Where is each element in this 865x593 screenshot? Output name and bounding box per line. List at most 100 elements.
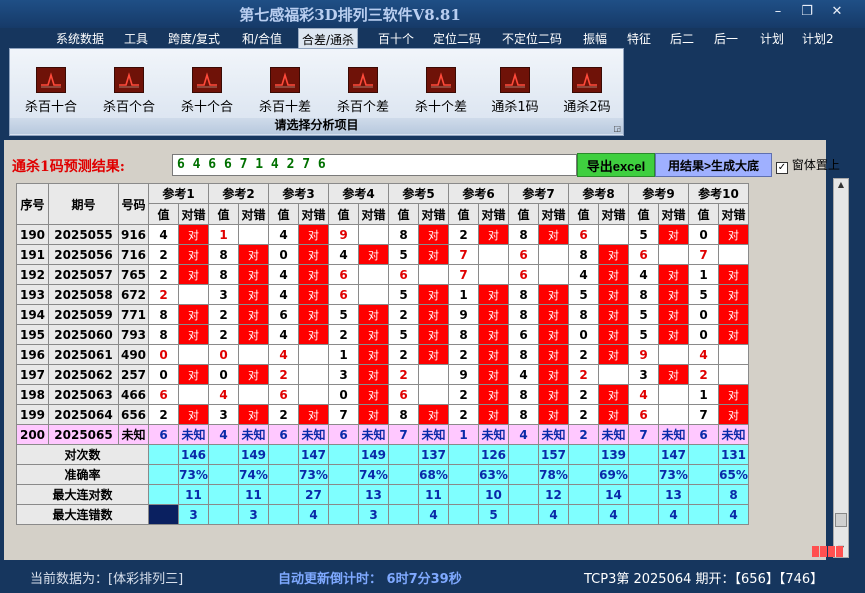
stat-value: 4 (598, 504, 629, 525)
cell-value: 6 (628, 244, 659, 265)
topmost-checkbox-wrap[interactable]: ✓ 窗体置上 (776, 156, 840, 174)
col-ref-3[interactable]: 参考3 (268, 183, 329, 204)
col-ref-6[interactable]: 参考6 (448, 183, 509, 204)
cell-miss (358, 224, 389, 245)
table-row[interactable]: 196 2025061 490 0 0 4 1 对 2 对 2 对 8 对 2 对 9 4 (16, 344, 749, 365)
app-title: 第七感福彩3D排列三软件V8.81 (239, 6, 461, 24)
col-number: 号码 (118, 183, 149, 225)
topmost-checkbox[interactable]: ✓ (776, 162, 788, 174)
cell-value: 2 (208, 304, 239, 325)
table-row[interactable]: 193 2025058 672 2 3 对 4 对 6 5 对 1 对 8 对 5 对 8 对 5 对 (16, 284, 749, 305)
cell-value: 8 (568, 244, 599, 265)
predict-label: 通杀1码预测结果: (12, 159, 125, 175)
table-row[interactable]: 195 2025060 793 8 对 2 对 4 对 2 对 5 对 8 对 6 对 0 对 5 对 0 对 (16, 324, 749, 345)
menu-item-1[interactable]: 工具 (124, 30, 148, 47)
cell-unknown: 未知 (658, 424, 689, 445)
cell-number: 765 (118, 264, 149, 285)
cell-value: 1 (688, 264, 719, 285)
close-button[interactable]: ✕ (826, 4, 848, 19)
progress-block (836, 546, 843, 557)
ribbon-button-5[interactable]: 杀十个差 (406, 67, 476, 115)
table-row[interactable]: 192 2025057 765 2 对 8 对 4 对 6 6 7 6 4 对 4 对 1 对 (16, 264, 749, 285)
stat-value: 78% (538, 464, 569, 485)
col-ref-10[interactable]: 参考10 (688, 183, 749, 204)
table-row[interactable]: 194 2025059 771 8 对 2 对 6 对 5 对 2 对 9 对 8 对 8 对 5 对 0 对 (16, 304, 749, 325)
status-current-data: 当前数据为：[体彩排列三] (30, 572, 184, 587)
vertical-scrollbar[interactable]: ▲ ▼ (833, 178, 849, 558)
stat-value: 73% (658, 464, 689, 485)
table-row[interactable]: 190 2025055 916 4 对 1 4 对 9 8 对 2 对 8 对 6 5 对 0 对 (16, 224, 749, 245)
minimize-button[interactable]: – (767, 4, 789, 19)
stat-value: 157 (538, 444, 569, 465)
cell-ok: 对 (238, 284, 269, 305)
cell-miss (478, 244, 509, 265)
col-ref-2[interactable]: 参考2 (208, 183, 269, 204)
cell-ok: 对 (358, 404, 389, 425)
cell-value: 8 (508, 284, 539, 305)
menu-item-9[interactable]: 特征 (627, 30, 651, 47)
predict-result-field[interactable]: 6 4 6 6 7 1 4 2 7 6 (172, 154, 577, 176)
ribbon-button-3[interactable]: 杀百十差 (250, 67, 320, 115)
ribbon-button-0[interactable]: 杀百十合 (16, 67, 86, 115)
ribbon-button-2[interactable]: 杀十个合 (172, 67, 242, 115)
menu-item-0[interactable]: 系统数据 (56, 30, 104, 47)
stat-value: 3 (358, 504, 389, 525)
scroll-thumb[interactable] (835, 513, 847, 527)
cell-number: 466 (118, 384, 149, 405)
analysis-table-wrap: 序号 期号 号码 参考1 参考2 参考3 参考4 参考5 参考6 参考7 参考8 参考9 参考10 值对错… (16, 183, 749, 525)
ribbon-caption: 请选择分析项目 (10, 118, 623, 134)
menu-item-8[interactable]: 振幅 (583, 30, 607, 47)
menu-item-2[interactable]: 跨度/复式 (168, 30, 220, 47)
menu-item-6[interactable]: 定位二码 (433, 30, 481, 47)
cell-value: 7 (328, 404, 359, 425)
col-ref-5[interactable]: 参考5 (388, 183, 449, 204)
menu-item-11[interactable]: 后一 (714, 30, 738, 47)
table-row[interactable]: 197 2025062 257 0 对 0 对 2 3 对 2 9 对 4 对 2 3 对 2 (16, 364, 749, 385)
ribbon-expand-icon[interactable]: ◲ (613, 124, 621, 133)
ribbon-button-4[interactable]: 杀百个差 (328, 67, 398, 115)
chart-line-icon (114, 67, 144, 93)
chart-line-icon (192, 67, 222, 93)
stat-value: 11 (178, 484, 209, 505)
col-value: 值 (148, 203, 179, 225)
col-result: 对错 (358, 203, 389, 225)
generate-base-button[interactable]: 用结果>生成大底 (655, 153, 772, 177)
menu-item-13[interactable]: 计划2 (802, 30, 834, 47)
col-value: 值 (208, 203, 239, 225)
menu-item-4[interactable]: 合差/通杀 (298, 28, 359, 48)
cell-ok: 对 (658, 324, 689, 345)
menu-item-10[interactable]: 后二 (670, 30, 694, 47)
col-ref-9[interactable]: 参考9 (628, 183, 689, 204)
menu-item-5[interactable]: 百十个 (378, 30, 414, 47)
export-excel-button[interactable]: 导出excel (577, 153, 655, 177)
cell-ok: 对 (478, 304, 509, 325)
col-ref-4[interactable]: 参考4 (328, 183, 389, 204)
menu-item-7[interactable]: 不定位二码 (502, 30, 562, 47)
col-ref-8[interactable]: 参考8 (568, 183, 629, 204)
cell-value: 2 (328, 324, 359, 345)
cell-value: 3 (628, 364, 659, 385)
ribbon-button-label: 杀十个合 (180, 100, 233, 115)
table-row[interactable]: 191 2025056 716 2 对 8 对 0 对 4 对 5 对 7 6 8 对 6 7 (16, 244, 749, 265)
ribbon-button-1[interactable]: 杀百个合 (94, 67, 164, 115)
scroll-up-icon[interactable]: ▲ (834, 180, 848, 189)
menu-item-12[interactable]: 计划 (760, 30, 784, 47)
table-row[interactable]: 199 2025064 656 2 对 3 对 2 对 7 对 8 对 2 对 8 对 2 对 6 7 对 (16, 404, 749, 425)
menu-item-3[interactable]: 和/合值 (242, 30, 282, 47)
col-ref-1[interactable]: 参考1 (148, 183, 209, 204)
ribbon-button-7[interactable]: 通杀2码 (552, 67, 622, 115)
table-row-pending[interactable]: 200 2025065 未知 6 未知 4 未知 6 未知 6 未知 7 未知 1 未知 4 未知 2 未知 7 未知 6… (16, 424, 749, 445)
col-ref-7[interactable]: 参考7 (508, 183, 569, 204)
cell-miss (298, 384, 329, 405)
cell-value: 0 (688, 304, 719, 325)
stat-spacer (688, 484, 719, 505)
cell-ok: 对 (238, 304, 269, 325)
stat-spacer (268, 444, 299, 465)
cell-miss (418, 364, 449, 385)
table-row[interactable]: 198 2025063 466 6 4 6 0 对 6 2 对 8 对 2 对 4 1 对 (16, 384, 749, 405)
stat-value: 73% (178, 464, 209, 485)
ribbon-button-6[interactable]: 通杀1码 (480, 67, 550, 115)
stat-value: 4 (658, 504, 689, 525)
cell-value: 6 (148, 384, 179, 405)
restore-button[interactable]: ❐ (796, 4, 818, 19)
